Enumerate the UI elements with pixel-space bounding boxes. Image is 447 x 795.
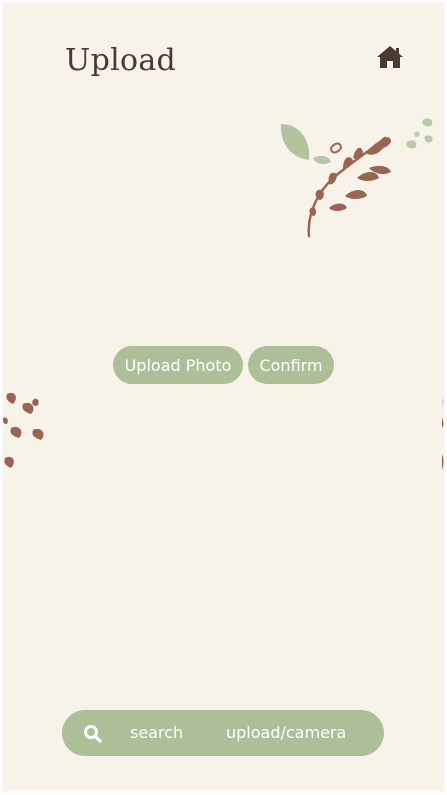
- right-edge-decoration: [442, 398, 444, 470]
- app-screen: Upload Upload Photo Confirm search uploa…: [3, 3, 444, 791]
- page-title: Upload: [65, 43, 177, 78]
- bottom-nav: search upload/camera: [62, 710, 384, 756]
- nav-upload-camera-link[interactable]: upload/camera: [226, 723, 346, 742]
- nav-search-link[interactable]: search: [130, 723, 183, 742]
- upload-photo-button[interactable]: Upload Photo: [113, 346, 243, 384]
- leaf-branch-decoration: [280, 118, 433, 238]
- left-leaves-decoration: [3, 392, 44, 468]
- action-buttons: Upload Photo Confirm: [113, 346, 334, 384]
- search-icon[interactable]: [83, 724, 103, 744]
- home-icon[interactable]: [375, 43, 405, 71]
- confirm-button[interactable]: Confirm: [248, 346, 334, 384]
